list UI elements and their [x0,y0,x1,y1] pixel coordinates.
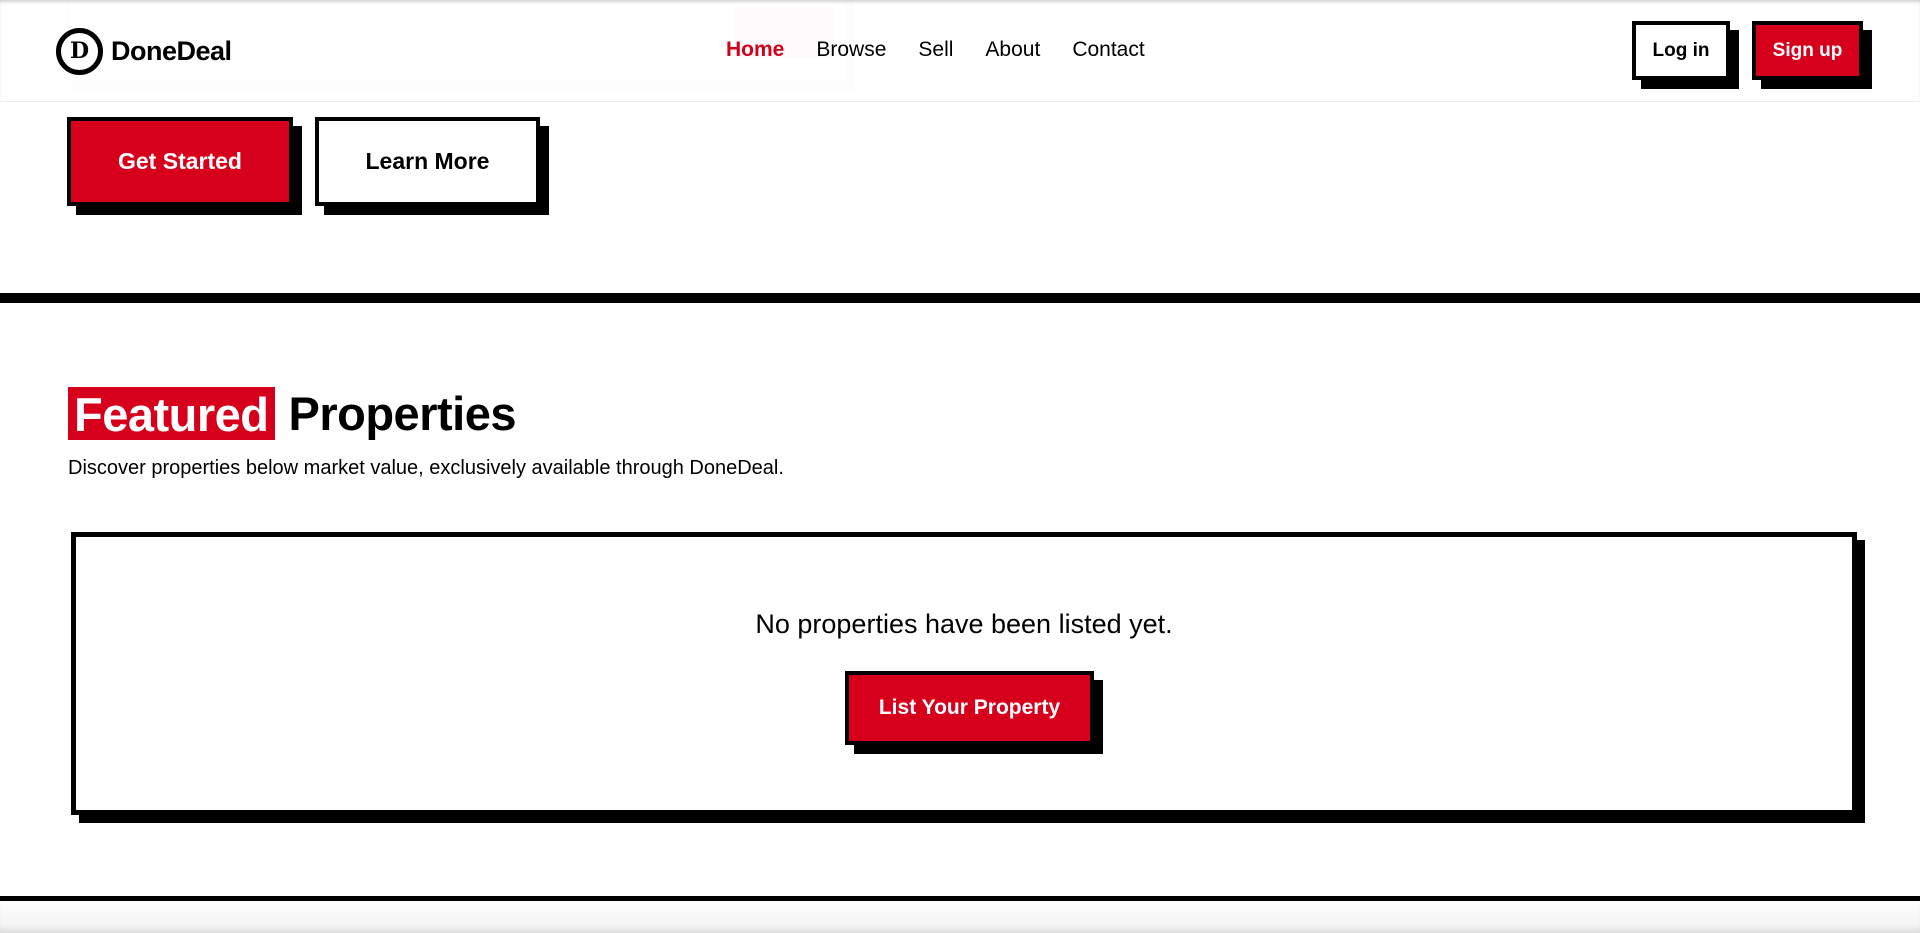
nav-link-browse[interactable]: Browse [816,38,886,62]
learn-more-button[interactable]: Learn More [315,117,540,206]
empty-state-card: No properties have been listed yet. List… [71,532,1857,815]
logo-mark-icon: D [56,27,103,75]
title-text: Properties [288,387,517,440]
nav-link-contact[interactable]: Contact [1072,38,1144,62]
list-your-property-button[interactable]: List Your Property [845,671,1094,745]
login-button[interactable]: Log in [1632,21,1730,80]
logo[interactable]: D DoneDeal [56,27,232,75]
nav-link-home[interactable]: Home [726,38,784,62]
brand-name: DoneDeal [111,35,232,66]
section-divider [0,293,1920,303]
footer-edge [0,901,1920,933]
nav-link-about[interactable]: About [985,38,1040,62]
get-started-button[interactable]: Get Started [67,117,293,206]
section-title: Featured Properties [68,386,516,441]
title-highlight: Featured [68,386,275,441]
page: D DoneDeal Home Browse Sell About Contac… [0,0,1920,933]
main-nav: Home Browse Sell About Contact [726,38,1145,62]
empty-state-message: No properties have been listed yet. [755,609,1173,639]
section-subtitle: Discover properties below market value, … [68,457,784,479]
site-header: D DoneDeal Home Browse Sell About Contac… [0,0,1920,102]
signup-button[interactable]: Sign up [1752,21,1863,80]
nav-link-sell[interactable]: Sell [918,38,953,62]
